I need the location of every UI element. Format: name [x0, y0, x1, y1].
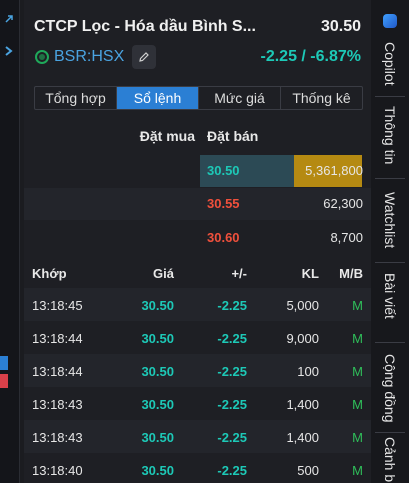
tab-so-lenh[interactable]: Sổ lệnh [117, 87, 199, 109]
trade-side: M [352, 298, 363, 313]
trade-price: 30.50 [141, 298, 174, 313]
trade-side: M [352, 397, 363, 412]
trade-change: -2.25 [217, 364, 247, 379]
orderbook-row[interactable]: 30.60 8,700 [24, 222, 371, 254]
right-sidebar: Copilot Thông tin Watchlist Bài viết Cộn… [371, 0, 409, 483]
tab-bar: Tổng hợp Sổ lệnh Mức giá Thống kê [34, 86, 363, 110]
ask-volume: 62,300 [323, 196, 363, 211]
trade-row[interactable]: 13:18:43 30.50 -2.25 1,400 M [24, 420, 371, 453]
change-column-header: +/- [231, 266, 247, 281]
side-column-header: M/B [339, 266, 363, 281]
trade-time: 13:18:45 [32, 298, 83, 313]
company-name: CTCP Lọc - Hóa dầu Bình S... [34, 18, 256, 35]
vtab-label: Copilot [382, 42, 398, 86]
orderbook-header: Đặt mua Đặt bán [24, 122, 371, 152]
trade-change: -2.25 [217, 331, 247, 346]
stock-panel: CTCP Lọc - Hóa dầu Bình S... 30.50 BSR:H… [24, 0, 371, 483]
ask-volume: 5,361,800 [305, 163, 363, 178]
trade-volume: 500 [297, 463, 319, 478]
trade-time: 13:18:44 [32, 364, 83, 379]
time-column-header: Khớp [32, 266, 67, 281]
trade-price: 30.50 [141, 331, 174, 346]
trade-row[interactable]: 13:18:45 30.50 -2.25 5,000 M [24, 288, 371, 321]
stock-symbol[interactable]: BSR:HSX [54, 48, 124, 66]
left-toolbar [0, 0, 20, 483]
trade-change: -2.25 [217, 397, 247, 412]
trade-change: -2.25 [217, 463, 247, 478]
current-price: 30.50 [320, 18, 361, 35]
vtab-label: Bài viết [382, 273, 398, 319]
vtab-label: Watchlist [382, 191, 398, 249]
pencil-icon [139, 52, 149, 62]
orderbook-row[interactable]: 30.55 62,300 [24, 188, 371, 220]
divider [375, 432, 405, 433]
trade-side: M [352, 430, 363, 445]
trade-price: 30.50 [141, 430, 174, 445]
trade-side: M [352, 364, 363, 379]
ask-price: 30.50 [207, 163, 240, 178]
price-change: -2.25 / -6.87% [260, 48, 362, 65]
ask-volume: 8,700 [330, 230, 363, 245]
copilot-icon [383, 14, 397, 28]
trades-header: Khớp Giá +/- KL M/B [24, 258, 371, 288]
divider [375, 178, 405, 179]
trade-row[interactable]: 13:18:44 30.50 -2.25 9,000 M [24, 321, 371, 354]
trade-price: 30.50 [141, 397, 174, 412]
trade-time: 13:18:43 [32, 397, 83, 412]
divider [375, 262, 405, 263]
trade-volume: 5,000 [286, 298, 319, 313]
exchange-status-icon [35, 50, 49, 64]
price-column-header: Giá [153, 266, 174, 281]
trade-row[interactable]: 13:18:43 30.50 -2.25 1,400 M [24, 387, 371, 420]
trade-time: 13:18:40 [32, 463, 83, 478]
ask-price: 30.55 [207, 196, 240, 211]
sell-column-header: Đặt bán [207, 128, 259, 144]
trade-row[interactable]: 13:18:40 30.50 -2.25 500 M [24, 453, 371, 483]
side-tag-red [0, 374, 8, 388]
trade-change: -2.25 [217, 430, 247, 445]
side-tag-blue [0, 356, 8, 370]
buy-column-header: Đặt mua [139, 128, 195, 144]
expand-icon[interactable] [0, 10, 17, 28]
vtab-label: Cộng đồng [382, 353, 398, 423]
trade-side: M [352, 331, 363, 346]
vtab-label: Cảnh b [382, 436, 398, 483]
vtab-thong-tin[interactable]: Thông tin [375, 100, 405, 170]
vtab-canh-bao[interactable]: Cảnh b [375, 436, 405, 483]
vtab-label: Thông tin [382, 105, 398, 165]
tab-thong-ke[interactable]: Thống kê [281, 87, 362, 109]
vtab-cong-dong[interactable]: Cộng đồng [375, 348, 405, 428]
trade-side: M [352, 463, 363, 478]
collapse-icon[interactable] [0, 42, 17, 60]
trade-change: -2.25 [217, 298, 247, 313]
ask-price: 30.60 [207, 230, 240, 245]
vtab-bai-viet[interactable]: Bài viết [375, 266, 405, 326]
trade-price: 30.50 [141, 463, 174, 478]
orderbook-row[interactable]: 30.50 5,361,800 [24, 155, 371, 187]
trade-price: 30.50 [141, 364, 174, 379]
trade-volume: 1,400 [286, 430, 319, 445]
divider [375, 342, 405, 343]
trade-time: 13:18:44 [32, 331, 83, 346]
vtab-watchlist[interactable]: Watchlist [375, 184, 405, 256]
edit-button[interactable] [132, 45, 156, 69]
tab-tong-hop[interactable]: Tổng hợp [35, 87, 117, 109]
tab-muc-gia[interactable]: Mức giá [199, 87, 281, 109]
divider [375, 96, 405, 97]
trade-time: 13:18:43 [32, 430, 83, 445]
vtab-copilot[interactable]: Copilot [375, 36, 405, 92]
trade-volume: 1,400 [286, 397, 319, 412]
trade-volume: 9,000 [286, 331, 319, 346]
trade-row[interactable]: 13:18:44 30.50 -2.25 100 M [24, 354, 371, 387]
trade-volume: 100 [297, 364, 319, 379]
volume-column-header: KL [301, 266, 319, 281]
